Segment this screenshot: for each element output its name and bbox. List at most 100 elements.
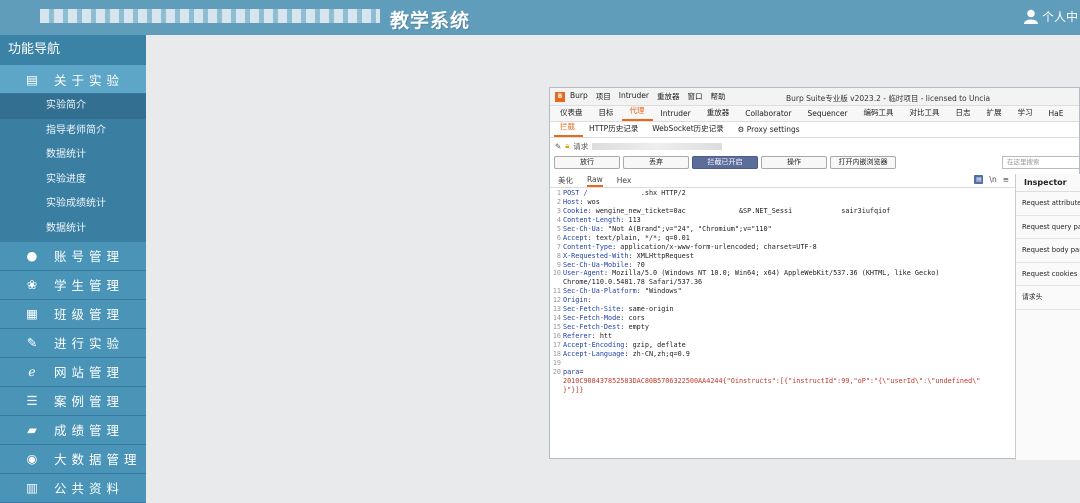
header-name: Referer <box>563 332 592 340</box>
main-tab-5[interactable]: Collaborator <box>737 109 799 121</box>
line-number: 6 <box>556 233 561 242</box>
view-tab-2[interactable]: Hex <box>617 176 632 185</box>
intercept-button-1[interactable]: 丢弃 <box>623 156 689 169</box>
line-number: 17 <box>552 340 561 349</box>
sidebar-subitem-0[interactable]: 实验简介 <box>0 94 146 119</box>
top-header: 教学系统 个人中 <box>0 0 1080 35</box>
inspector-row-4[interactable]: 请求头 <box>1016 286 1080 310</box>
pretty-toggle-icon[interactable]: ▤ <box>974 175 984 184</box>
sidebar-subitem-5[interactable]: 数据统计 <box>0 216 146 242</box>
sidebar-module-0[interactable]: ▤ 关于实验 <box>0 65 146 94</box>
header-name: Sec-Ch-Ua <box>563 224 600 233</box>
sidebar-subitem-2[interactable]: 数据统计 <box>0 143 146 168</box>
sidebar-module-6[interactable]: ☰ 案例管理 <box>0 386 146 416</box>
burp-menu-3[interactable]: 重放器 <box>657 91 680 102</box>
search-input[interactable]: 在这里搜索 <box>1002 156 1080 169</box>
request-line: 6 Accept: text/plain, */*; q=0.01 <box>550 234 1015 243</box>
main-tab-7[interactable]: 编码工具 <box>856 107 902 121</box>
sidebar-module-9[interactable]: ▥ 公共资料 <box>0 473 146 503</box>
intercept-button-0[interactable]: 放行 <box>554 156 620 169</box>
view-tab-1[interactable]: Raw <box>587 175 603 187</box>
sidebar-subitem-4[interactable]: 实验成绩统计 <box>0 192 146 217</box>
request-line: 16 Referer: htt <box>550 332 1015 341</box>
user-center-link[interactable]: 个人中 <box>1023 8 1078 25</box>
document-icon: ▤ <box>26 71 38 87</box>
main-tab-12[interactable]: HaE <box>1041 109 1072 121</box>
header-name: Content-Type <box>563 242 613 251</box>
burp-menu-0[interactable]: Burp <box>570 91 588 102</box>
sidebar-module-7[interactable]: ▰ 成绩管理 <box>0 415 146 445</box>
header-name: POST / <box>563 189 588 197</box>
main-tab-8[interactable]: 对比工具 <box>902 107 948 121</box>
line-number: 1 <box>556 189 561 197</box>
inspector-row-0[interactable]: Request attributes <box>1016 192 1080 216</box>
request-line: }"}]} <box>550 386 1015 395</box>
intercept-button-3[interactable]: 操作 <box>761 156 827 169</box>
inspector-row-1[interactable]: Request query para <box>1016 216 1080 239</box>
line-number: 11 <box>552 287 561 296</box>
sidebar-module-5[interactable]: ℯ 网站管理 <box>0 357 146 387</box>
line-number: 8 <box>556 251 561 260</box>
header-name: Sec-Fetch-Site <box>563 305 621 314</box>
burp-menu-2[interactable]: Intruder <box>619 91 649 102</box>
sidebar-module-3[interactable]: ▦ 班级管理 <box>0 299 146 329</box>
inspector-row-3[interactable]: Request cookies <box>1016 263 1080 286</box>
proxy-tab-1[interactable]: HTTP历史记录 <box>583 123 646 137</box>
main-tab-9[interactable]: 日志 <box>948 107 979 121</box>
main-tab-0[interactable]: 仪表盘 <box>552 107 591 121</box>
sidebar: 功能导航 ▤ 关于实验 实验简介 指导老师简介 数据统计 实验进度 实验成绩统计 数据统计 ● 账… <box>0 35 146 503</box>
line-number: 20 <box>552 367 561 376</box>
burp-menu-1[interactable]: 项目 <box>596 91 611 102</box>
header-name: Sec-Fetch-Dest <box>563 323 621 332</box>
lock-icon: 🔒︎ <box>565 141 570 150</box>
main-tab-10[interactable]: 扩展 <box>979 107 1010 121</box>
burp-main-tabs: 仪表盘 目标 代理 Intruder 重放器 Collaborator Sequencer 编… <box>550 106 1079 122</box>
sidebar-module-2[interactable]: ❀ 学生管理 <box>0 270 146 300</box>
folder-icon: ▰ <box>27 422 37 438</box>
header-name: Sec-Fetch-Mode <box>563 314 621 323</box>
header-value: : cors <box>620 314 645 323</box>
intercept-button-4[interactable]: 打开内嵌浏览器 <box>830 156 896 169</box>
menu-icon[interactable]: ≡ <box>1003 175 1009 184</box>
main-tab-4[interactable]: 重放器 <box>699 107 738 121</box>
request-line: 7 Content-Type: application/x-www-form-ur… <box>550 243 1015 252</box>
pencil-icon[interactable]: ✎ <box>555 142 561 151</box>
sidebar-module-4[interactable]: ✎ 进行实验 <box>0 328 146 358</box>
burp-suite-window: B Burp 项目 Intruder 重放器 窗口 帮助 Burp Suite专业版 v2… <box>549 87 1080 460</box>
request-line: 8 X-Requested-With: XMLHttpRequest <box>550 252 1015 261</box>
request-label: 请求 <box>573 141 589 151</box>
header-name: Sec-Ch-Ua-Mobile <box>563 260 629 269</box>
main-tab-11[interactable]: 学习 <box>1010 107 1041 121</box>
header-value: : XMLHttpRequest <box>628 251 694 260</box>
burp-menu-4[interactable]: 窗口 <box>687 91 702 102</box>
inspector-row-2[interactable]: Request body para <box>1016 239 1080 263</box>
user-center-label: 个人中 <box>1041 10 1078 24</box>
main-tab-1[interactable]: 目标 <box>591 107 622 121</box>
request-line: 3 Cookie: wengine_new_ticket=0ac &SP.NET_… <box>550 207 1015 216</box>
main-tab-6[interactable]: Sequencer <box>799 109 855 121</box>
proxy-tab-3[interactable]: ⚙ Proxy settings <box>732 125 808 137</box>
proxy-tab-2[interactable]: WebSocket历史记录 <box>646 123 731 137</box>
request-line: 20 para = <box>550 368 1015 377</box>
header-name: Accept <box>563 233 588 242</box>
sidebar-subitem-3[interactable]: 实验进度 <box>0 167 146 193</box>
header-name: para <box>563 367 580 376</box>
header-value: : htt <box>591 332 613 340</box>
view-tab-0[interactable]: 美化 <box>558 175 573 186</box>
request-line: 4 Content-Length: 113 <box>550 216 1015 225</box>
sidebar-module-8[interactable]: ◉ 大数据管理 <box>0 444 146 474</box>
main-tab-2[interactable]: 代理 <box>621 105 653 121</box>
sidebar-module-1[interactable]: ● 账号管理 <box>0 241 146 271</box>
proxy-tab-0[interactable]: 拦截 <box>554 121 583 137</box>
header-value: : 113 <box>620 215 641 224</box>
line-number: 2 <box>556 197 561 206</box>
intercept-button-2[interactable]: 拦截已开启 <box>692 156 758 169</box>
newline-toggle-icon[interactable]: \n <box>989 175 996 184</box>
burp-menu-5[interactable]: 帮助 <box>710 91 725 102</box>
raw-request-editor[interactable]: 1 POST / .shx HTTP/2 2 Host: wos 3 Cookie: we… <box>550 189 1015 459</box>
request-line: Chrome/110.0.5481.78 Safari/537.36 <box>550 278 1015 287</box>
sidebar-subitem-1[interactable]: 指导老师简介 <box>0 118 146 144</box>
printer-icon: ▦ <box>26 306 38 322</box>
main-tab-3[interactable]: Intruder <box>653 109 699 121</box>
sidebar-module-label: 案例管理 <box>54 394 125 410</box>
